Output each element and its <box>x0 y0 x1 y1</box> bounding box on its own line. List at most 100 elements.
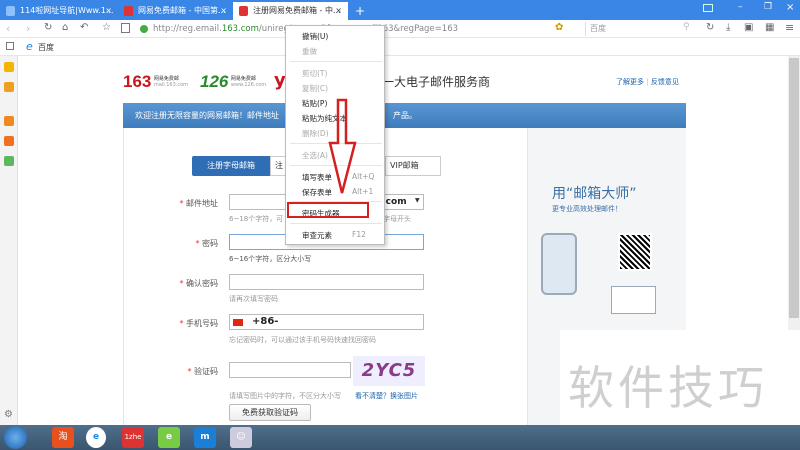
sidebar-icon[interactable] <box>6 42 14 50</box>
notes-icon[interactable] <box>4 82 14 92</box>
search-icon[interactable]: ⚲ <box>683 22 690 32</box>
envelope-illustration <box>611 286 656 314</box>
1zhe-icon[interactable]: 1zhe <box>122 427 144 448</box>
label-text: 确认密码 <box>186 279 218 288</box>
tab-label: 网易免费邮箱 - 中国第... <box>138 6 226 15</box>
logo-163-text: 163 <box>123 72 152 91</box>
phone-field[interactable]: +86- <box>229 314 424 330</box>
country-code: +86- <box>252 316 279 327</box>
reader-icon[interactable] <box>121 23 130 33</box>
logo-126[interactable]: 126 网易免费邮 www.126.com <box>200 72 266 92</box>
undo-close-icon[interactable]: ↶ <box>80 22 88 33</box>
menu-item-copy[interactable]: 复制(C) <box>302 83 328 94</box>
menu-separator <box>290 223 382 224</box>
required-mark: * <box>179 279 184 288</box>
close-window-button[interactable]: × <box>786 2 794 13</box>
menu-icon[interactable]: ≡ <box>785 21 794 34</box>
new-tab-button[interactable]: + <box>350 2 370 20</box>
left-sidebar: ⚙ <box>0 56 18 425</box>
password-label: * 密码 <box>158 238 218 249</box>
menu-item-select-all[interactable]: 全选(A) <box>302 150 328 161</box>
captcha-field[interactable] <box>229 362 351 378</box>
logo-126-text: 126 <box>200 72 229 91</box>
get-sms-code-button[interactable]: 免费获取验证码 <box>229 404 311 421</box>
link-separator: | <box>646 78 649 86</box>
logo-yeah[interactable]: y <box>274 70 286 91</box>
weibo-icon[interactable] <box>4 136 14 146</box>
menu-item-paste[interactable]: 粘贴(P) <box>302 98 327 109</box>
close-tab-icon[interactable]: × <box>335 2 342 20</box>
secure-icon <box>140 24 148 33</box>
apps-icon[interactable]: ▦ <box>765 22 774 33</box>
close-tab-icon[interactable]: × <box>105 2 112 20</box>
email-hint-end: 字母开头 <box>383 215 411 223</box>
menu-separator <box>290 61 382 62</box>
qq-icon[interactable]: ☺ <box>230 427 252 448</box>
tab-letter-email[interactable]: 注册字母邮箱 <box>192 156 270 176</box>
tab-label: 注册网易免费邮箱 - 中... <box>253 6 341 15</box>
label-text: 邮件地址 <box>186 199 218 208</box>
menu-item-cut[interactable]: 剪切(T) <box>302 68 327 79</box>
restore-button[interactable]: ❐ <box>764 2 772 12</box>
red-arrow-annotation <box>328 98 357 194</box>
site-icon <box>124 6 133 16</box>
star-icon[interactable]: ☆ <box>102 22 111 33</box>
captcha-image[interactable]: 2YC5 <box>353 356 425 386</box>
search-input[interactable]: 百度 <box>585 22 695 36</box>
captcha-hint: 请填写图片中的字符，不区分大小写 <box>229 392 341 400</box>
start-button[interactable] <box>4 426 27 449</box>
bookmark-baidu[interactable]: 百度 <box>38 42 54 53</box>
reload-icon[interactable]: ↻ <box>44 22 52 33</box>
china-flag-icon[interactable] <box>233 319 243 326</box>
tab-register[interactable]: 注册网易免费邮箱 - 中... × <box>233 2 348 20</box>
tab-114[interactable]: 114啦网址导航|Www.1... × <box>0 2 118 20</box>
scrollbar-thumb[interactable] <box>789 58 799 318</box>
refresh-captcha-link[interactable]: 看不清楚？换张图片 <box>355 391 418 401</box>
menu-item-inspect[interactable]: 审查元素 F12 <box>302 230 366 241</box>
menu-item-undo[interactable]: 撤销(U) <box>302 31 328 42</box>
site-icon <box>239 6 248 16</box>
feedback-link[interactable]: 反馈意见 <box>651 78 679 86</box>
home-icon[interactable]: ⌂ <box>62 22 68 33</box>
taobao-icon[interactable]: 淘 <box>52 427 74 448</box>
confirm-password-field[interactable] <box>229 274 424 290</box>
ie-taskbar-icon[interactable]: e <box>86 427 106 448</box>
minimize-button[interactable]: – <box>738 2 743 12</box>
download-icon[interactable]: ⤓ <box>726 22 730 33</box>
close-tab-icon[interactable]: × <box>220 2 227 20</box>
browser-360-icon[interactable]: e <box>158 427 180 448</box>
forward-icon[interactable]: › <box>26 22 30 35</box>
favorites-icon[interactable] <box>4 62 14 72</box>
logo-url: www.126.com <box>230 82 267 88</box>
bee-icon[interactable]: ✿ <box>555 22 563 33</box>
settings-icon[interactable]: ⚙ <box>4 409 13 420</box>
label-text: 密码 <box>202 239 218 248</box>
url-domain: 163.com <box>221 24 259 34</box>
learn-more-link[interactable]: 了解更多 <box>616 78 644 86</box>
label-text: 验证码 <box>194 367 218 376</box>
android-icon[interactable] <box>4 156 14 166</box>
welcome-banner: 欢迎注册无限容量的网易邮箱！邮件地址 产品。 <box>123 103 686 128</box>
sidebar-toggle-icon[interactable] <box>703 4 713 12</box>
phone-illustration <box>541 233 577 295</box>
menu-item-redo[interactable]: 重做 <box>302 46 317 57</box>
tab-label: 114啦网址导航|Www.1... <box>20 6 114 15</box>
bookmarks-bar: e 百度 <box>0 38 800 56</box>
logo-163[interactable]: 163 网易免费邮 mail.163.com <box>123 72 188 92</box>
rss-icon[interactable] <box>4 116 14 126</box>
banner-text: 欢迎注册无限容量的网易邮箱！邮件地址 <box>135 111 279 120</box>
maxthon-icon[interactable]: m <box>194 427 216 448</box>
menu-item-delete[interactable]: 删除(D) <box>302 128 329 139</box>
chevron-down-icon[interactable]: ▼ <box>415 197 420 204</box>
tab-163-mail[interactable]: 网易免费邮箱 - 中国第... × <box>118 2 233 20</box>
qr-code[interactable] <box>618 233 652 271</box>
site-icon <box>6 6 15 16</box>
assistant-icon[interactable]: ↻ <box>706 22 714 33</box>
menu-shortcut: F12 <box>352 230 366 239</box>
confirm-hint: 请再次填写密码 <box>229 295 278 303</box>
menu-label: 审查元素 <box>302 231 332 240</box>
url-prefix: http://reg.email. <box>153 24 222 34</box>
screenshot-icon[interactable]: ▣ <box>744 22 753 33</box>
tab-vip-email[interactable]: VIP邮箱 <box>385 156 441 176</box>
back-icon[interactable]: ‹ <box>6 22 10 35</box>
